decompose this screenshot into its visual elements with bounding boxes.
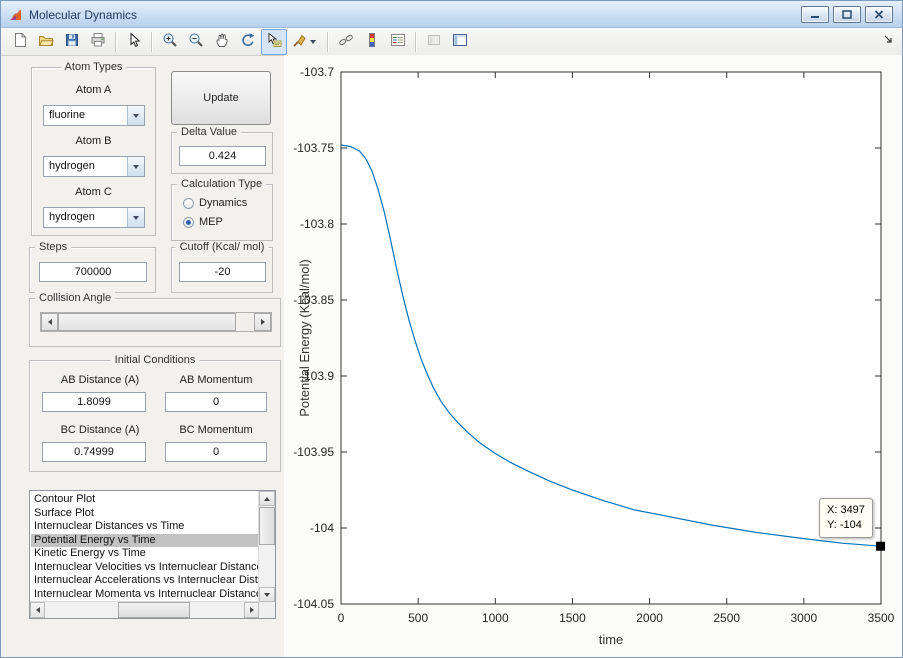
window-title: Molecular Dynamics <box>29 8 138 22</box>
pointer-icon <box>126 32 142 51</box>
edit-plot-button[interactable] <box>121 29 147 55</box>
x-tick-label: 2500 <box>713 611 740 625</box>
brush-icon <box>292 32 308 51</box>
maximize-icon <box>842 10 852 19</box>
plot-area[interactable]: 0 500 1000 1500 2000 2500 3000 3500 -103.7 -103.7… <box>1 56 903 658</box>
legend-icon <box>390 32 406 51</box>
x-tick-label: 500 <box>408 611 428 625</box>
axes-background <box>341 72 881 604</box>
data-cursor-button[interactable] <box>261 28 287 55</box>
new-figure-button[interactable] <box>7 29 33 55</box>
maximize-button[interactable] <box>833 6 861 23</box>
colorbar-icon <box>364 32 380 51</box>
save-figure-button[interactable] <box>59 29 85 55</box>
y-tick-label: -104 <box>310 521 334 535</box>
open-file-button[interactable] <box>33 29 59 55</box>
figure-window: Molecular Dynamics Atom Types Atom A flu… <box>0 0 903 658</box>
insert-colorbar-button[interactable] <box>359 29 385 55</box>
zoom-in-button[interactable] <box>157 29 183 55</box>
print-figure-button[interactable] <box>85 29 111 55</box>
x-axis-label: time <box>599 632 624 647</box>
datatip-y: Y: -104 <box>827 519 862 531</box>
minimize-icon <box>811 16 819 18</box>
show-plot-tools-button[interactable] <box>447 29 473 55</box>
datatip[interactable]: X: 3497 Y: -104 <box>819 498 873 538</box>
datatip-x: X: 3497 <box>827 504 865 516</box>
x-tick-label: 3500 <box>868 611 895 625</box>
open-folder-icon <box>38 32 54 51</box>
zoom-in-icon <box>162 32 178 51</box>
rotate-icon <box>240 32 256 51</box>
show-plot-tools-icon <box>452 32 468 51</box>
link-plot-button[interactable] <box>333 29 359 55</box>
rotate-3d-button[interactable] <box>235 29 261 55</box>
zoom-out-icon <box>188 32 204 51</box>
y-tick-label: -103.75 <box>293 141 334 155</box>
brush-dropdown-icon[interactable] <box>308 30 318 54</box>
minimize-button[interactable] <box>801 6 829 23</box>
toolbar-separator <box>151 31 153 52</box>
y-tick-label: -103.95 <box>293 445 334 459</box>
x-tick-label: 1000 <box>482 611 509 625</box>
title-bar[interactable]: Molecular Dynamics <box>1 1 902 28</box>
y-tick-label: -103.8 <box>300 217 334 231</box>
pan-button[interactable] <box>209 29 235 55</box>
insert-legend-button[interactable] <box>385 29 411 55</box>
save-icon <box>64 32 80 51</box>
y-axis-label: Potential Energy (Kcal/mol) <box>297 259 312 417</box>
close-button[interactable] <box>865 6 893 23</box>
toolbar-separator <box>415 31 417 52</box>
print-icon <box>90 32 106 51</box>
toolbar-separator <box>327 31 329 52</box>
link-icon <box>338 32 354 51</box>
y-tick-label: -104.05 <box>293 597 334 611</box>
toolbar-separator <box>115 31 117 52</box>
y-tick-label: -103.7 <box>300 65 334 79</box>
x-tick-label: 1500 <box>559 611 586 625</box>
x-tick-label: 3000 <box>791 611 818 625</box>
zoom-out-button[interactable] <box>183 29 209 55</box>
hide-plot-tools-icon <box>426 32 442 51</box>
dock-figure-icon[interactable] <box>883 34 894 48</box>
hand-icon <box>214 32 230 51</box>
brush-button[interactable] <box>287 29 323 55</box>
new-figure-icon <box>12 32 28 51</box>
datatip-marker <box>876 541 886 551</box>
close-icon <box>874 10 884 19</box>
data-cursor-icon <box>266 32 282 51</box>
x-tick-label: 0 <box>338 611 345 625</box>
app-icon <box>8 7 24 26</box>
x-tick-label: 2000 <box>636 611 663 625</box>
figure-toolbar <box>1 28 902 56</box>
hide-plot-tools-button[interactable] <box>421 29 447 55</box>
